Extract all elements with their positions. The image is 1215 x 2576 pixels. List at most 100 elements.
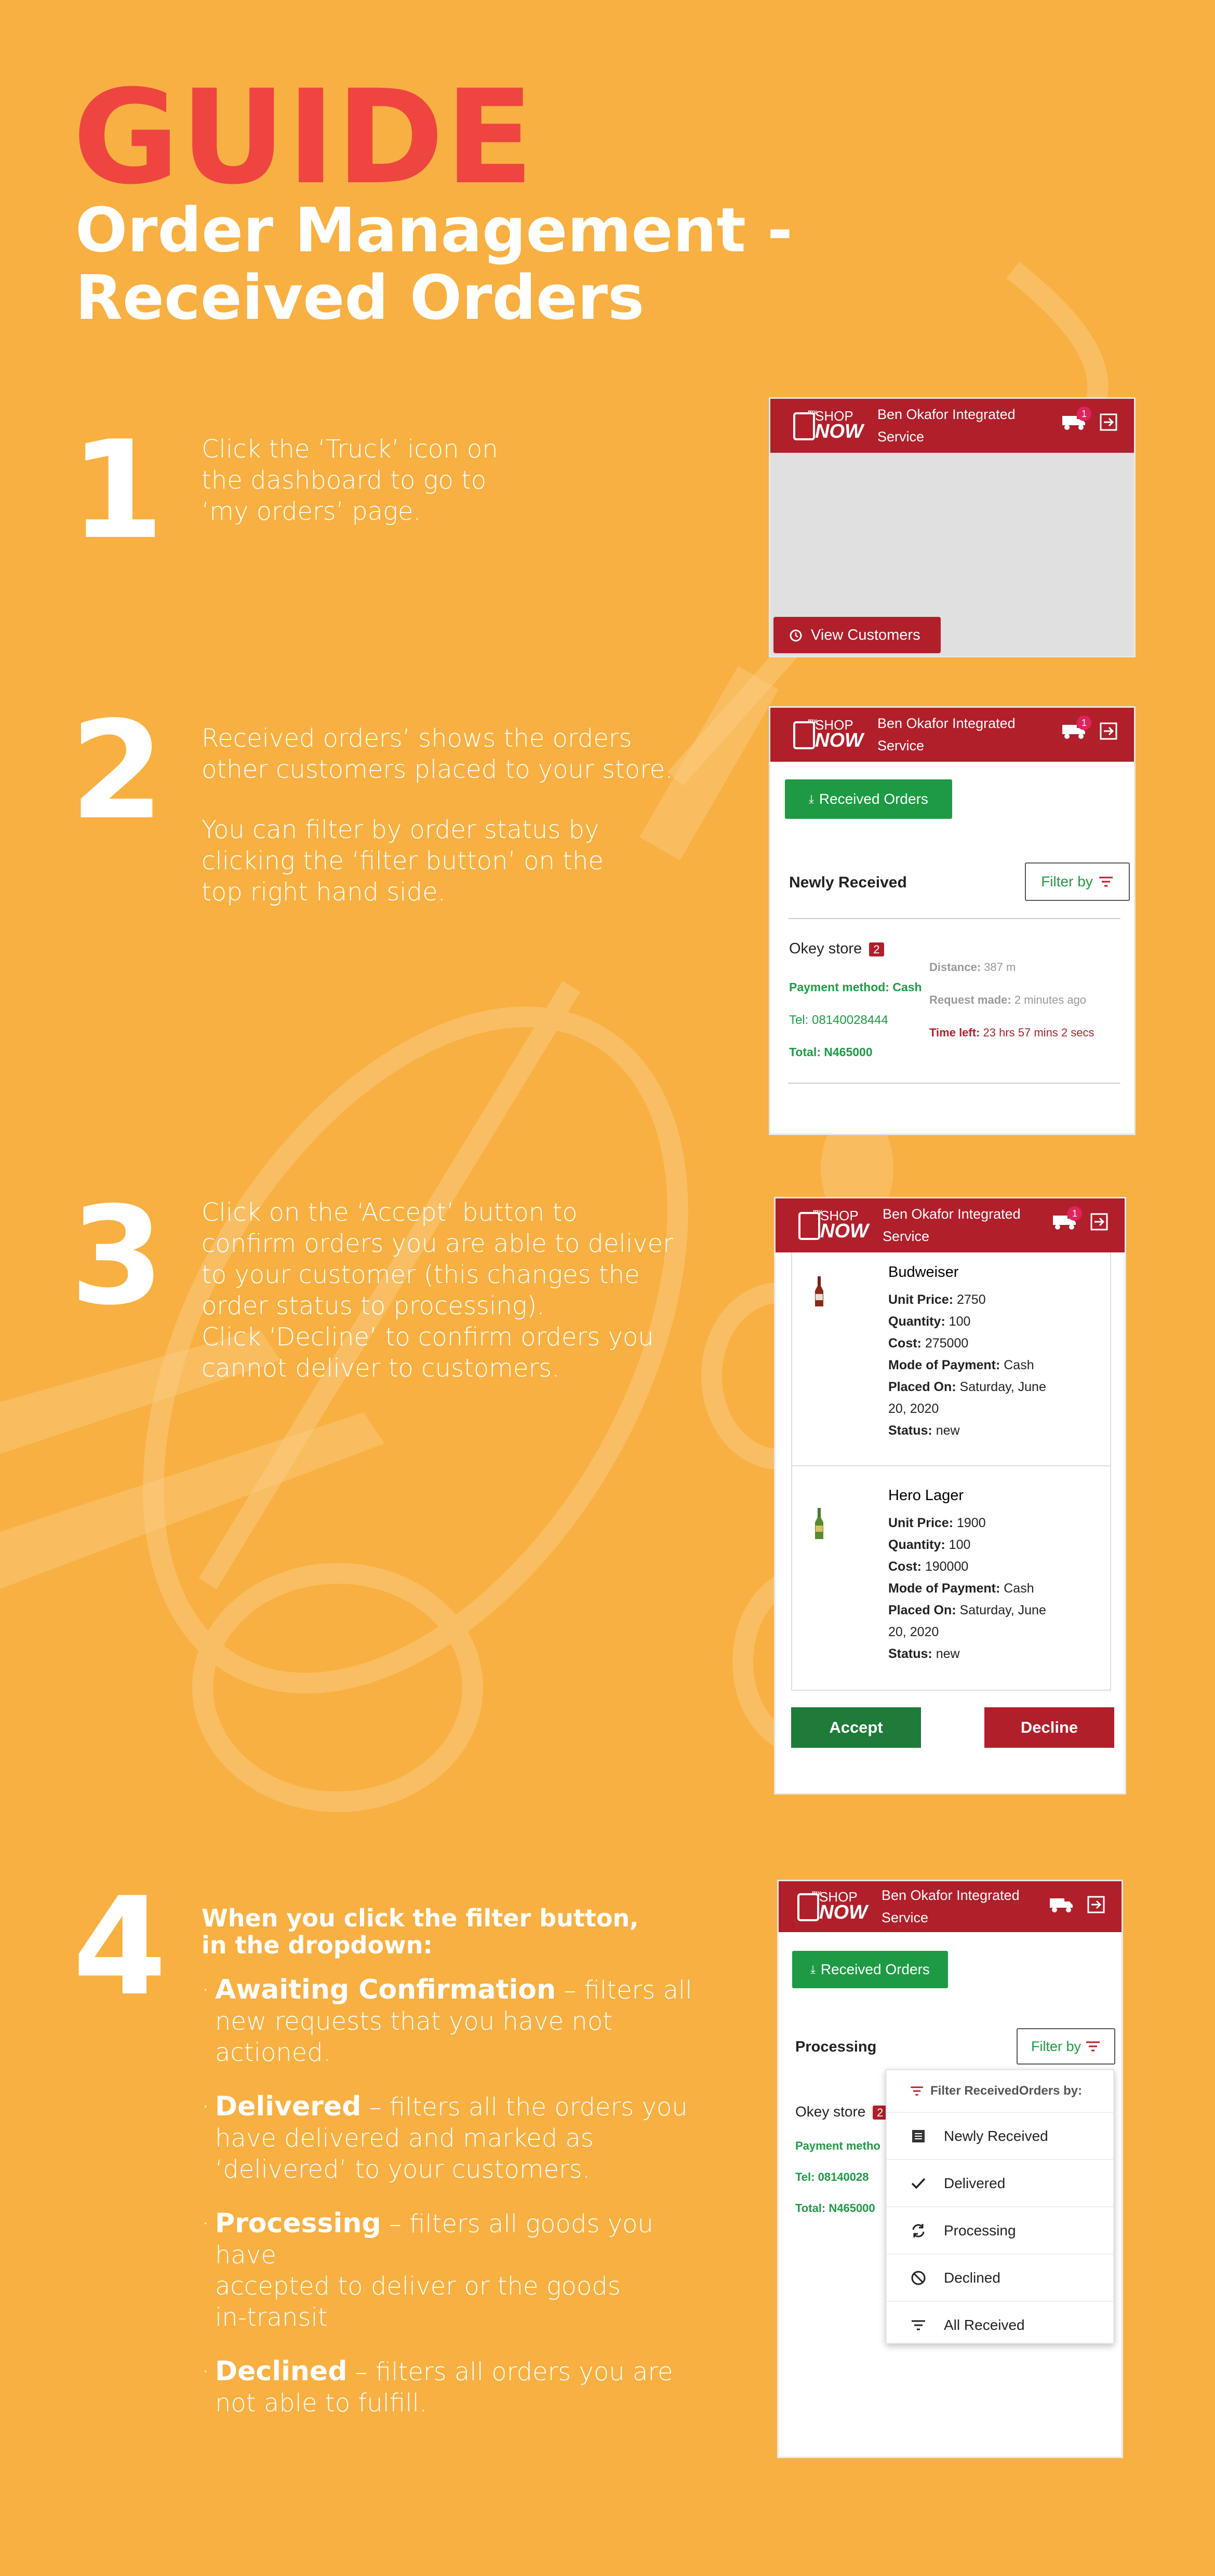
block-icon	[907, 2270, 929, 2286]
truck-icon[interactable]	[1050, 1896, 1074, 1913]
business-name: Ben Okafor Integrated Service	[883, 1206, 1021, 1244]
step-number-3: 3	[70, 1178, 164, 1335]
step-1-line: the dashboard to go to	[202, 466, 487, 495]
step-2-line: You can filter by order status by	[202, 815, 599, 844]
accept-button[interactable]: Accept	[791, 1707, 921, 1748]
dropdown-title: Filter ReceivedOrders by:	[887, 2070, 1113, 2112]
received-orders-button[interactable]: ⤓ Received Orders	[785, 779, 952, 819]
refresh-icon	[907, 2223, 929, 2238]
store-badge: 2	[869, 942, 884, 956]
step-3-line: to your customer (this changes the	[202, 1260, 640, 1289]
order-total: Total: N465000	[795, 2202, 875, 2215]
step-number-2: 2	[70, 693, 164, 849]
list-icon	[907, 2129, 929, 2143]
step-3-text: Click on the ‘Accept’ button to confirm …	[202, 1197, 673, 1384]
request-made: Request made: 2 minutes ago	[929, 993, 1087, 1006]
step-2-line: clicking the ‘filter button’ on the	[202, 846, 604, 875]
step-2-text: Received orders’ shows the orders other …	[202, 723, 673, 908]
filter-description-awaiting: · Awaiting Confirmation – filters all new…	[202, 1974, 692, 2067]
step-2-line: other customers placed to your store.	[202, 755, 673, 784]
time-left: Time left: 23 hrs 57 mins 2 secs	[929, 1026, 1094, 1039]
filter-description-declined: · Declined – filters all orders you are n…	[202, 2356, 673, 2418]
product-info: Unit Price: 2750 Quantity: 100 Cost: 275…	[888, 1292, 1046, 1438]
decline-button[interactable]: Decline	[984, 1707, 1114, 1748]
step-3-line: Click ‘Decline’ to confirm orders you	[202, 1323, 654, 1352]
filter-dropdown-menu: Filter ReceivedOrders by: Newly Received…	[886, 2069, 1114, 2344]
filter-status-title: Newly Received	[789, 874, 907, 891]
filter-icon	[1099, 876, 1113, 887]
filter-icon	[911, 2086, 923, 2096]
page-subtitle: Order Management - Received Orders	[75, 196, 793, 331]
truck-icon[interactable]: 1	[1062, 716, 1091, 739]
screenshot-dashboard: my SHOP NOW Ben Okafor Integrated Service…	[769, 397, 1136, 657]
notification-badge: 1	[1067, 1206, 1082, 1221]
logout-icon[interactable]	[1099, 721, 1118, 741]
download-icon: ⤓	[810, 1963, 816, 1976]
shopnow-logo: my SHOP NOW	[793, 714, 871, 756]
filter-button[interactable]: Filter by	[1025, 862, 1130, 901]
app-header: my SHOP NOW Ben Okafor Integrated Service…	[770, 399, 1134, 453]
step-number-1: 1	[70, 412, 164, 569]
app-header: my SHOP NOW Ben Okafor Integrated Service…	[770, 708, 1134, 762]
step-1-text: Click the ‘Truck’ icon on the dashboard …	[202, 434, 498, 527]
distance: Distance: 387 m	[929, 961, 1016, 974]
step-1-line: ‘my orders’ page.	[202, 497, 421, 526]
step-2-line: Received orders’ shows the orders	[202, 724, 632, 753]
product-info: Unit Price: 1900 Quantity: 100 Cost: 190…	[888, 1516, 1046, 1661]
step-4-heading: When you click the filter button,	[202, 1904, 639, 1932]
truck-icon[interactable]: 1	[1053, 1206, 1082, 1230]
store-name: Okey store 2	[795, 2103, 888, 2120]
truck-icon[interactable]: 1	[1062, 407, 1091, 430]
app-header: my SHOP NOW Ben Okafor Integrated Service…	[776, 1198, 1125, 1252]
store-name: Okey store 2	[789, 940, 884, 957]
notification-badge: 1	[1077, 407, 1091, 421]
screenshot-order-details: my SHOP NOW Ben Okafor Integrated Service…	[774, 1197, 1126, 1795]
payment-method: Payment metho	[795, 2139, 880, 2152]
divider	[788, 1083, 1120, 1084]
received-orders-button[interactable]: ⤓ Received Orders	[792, 1951, 948, 1988]
filter-description-processing: · Processing – filters all goods you hav…	[202, 2208, 653, 2332]
alarm-icon	[790, 629, 802, 642]
logout-icon[interactable]	[1099, 412, 1118, 432]
step-3-line: order status to processing).	[202, 1291, 545, 1320]
app-header: my SHOP NOW Ben Okafor Integrated Service	[779, 1881, 1121, 1932]
step-4-heading: in the dropdown:	[202, 1931, 433, 1959]
filter-lines-icon	[907, 2319, 929, 2331]
download-icon: ⤓	[809, 792, 814, 805]
filter-button[interactable]: Filter by	[1017, 2028, 1115, 2065]
product-card: Budweiser Unit Price: 2750 Quantity: 100…	[791, 1252, 1111, 1466]
shopnow-logo: my SHOP NOW	[797, 1886, 875, 1927]
shopnow-logo: my SHOP NOW	[798, 1205, 876, 1246]
step-1-line: Click the ‘Truck’ icon on	[202, 435, 498, 464]
business-name: Ben Okafor Integrated Service	[877, 407, 1016, 444]
product-name: Hero Lager	[888, 1487, 964, 1504]
step-2-line: top right hand side.	[202, 878, 446, 907]
step-3-line: confirm orders you are able to deliver	[202, 1229, 673, 1258]
subtitle-line-2: Received Orders	[75, 262, 645, 333]
payment-method: Payment method: Cash	[789, 980, 922, 994]
beer-bottle-icon	[815, 1276, 823, 1306]
product-card: Hero Lager Unit Price: 1900 Quantity: 10…	[791, 1465, 1111, 1691]
screenshot-filter-dropdown: my SHOP NOW Ben Okafor Integrated Service…	[777, 1880, 1123, 2458]
view-customers-button[interactable]: View Customers	[773, 617, 941, 653]
telephone: Tel: 08140028	[795, 2170, 869, 2183]
step-4-text: When you click the filter button, in the…	[202, 1905, 721, 2419]
filter-description-delivered: · Delivered – filters all the orders you…	[202, 2091, 688, 2184]
dropdown-item-newly-received[interactable]: Newly Received	[887, 2112, 1113, 2159]
filter-status-title: Processing	[795, 2039, 877, 2055]
logout-icon[interactable]	[1086, 1895, 1106, 1914]
logout-icon[interactable]	[1089, 1212, 1109, 1232]
dropdown-item-processing[interactable]: Processing	[887, 2206, 1113, 2254]
dropdown-item-declined[interactable]: Declined	[887, 2254, 1113, 2301]
beer-bottle-icon	[815, 1508, 823, 1539]
shopnow-logo: my SHOP NOW	[793, 405, 871, 447]
filter-icon	[1086, 2041, 1100, 2052]
step-number-4: 4	[73, 1869, 167, 2026]
step-3-line: Click on the ‘Accept’ button to	[202, 1198, 578, 1227]
notification-badge: 1	[1077, 716, 1091, 730]
business-name: Ben Okafor Integrated Service	[882, 1887, 1020, 1925]
dropdown-item-delivered[interactable]: Delivered	[887, 2159, 1113, 2206]
dropdown-item-all-received[interactable]: All Received	[887, 2301, 1113, 2348]
divider	[788, 918, 1120, 919]
telephone: Tel: 08140028444	[789, 1013, 888, 1027]
